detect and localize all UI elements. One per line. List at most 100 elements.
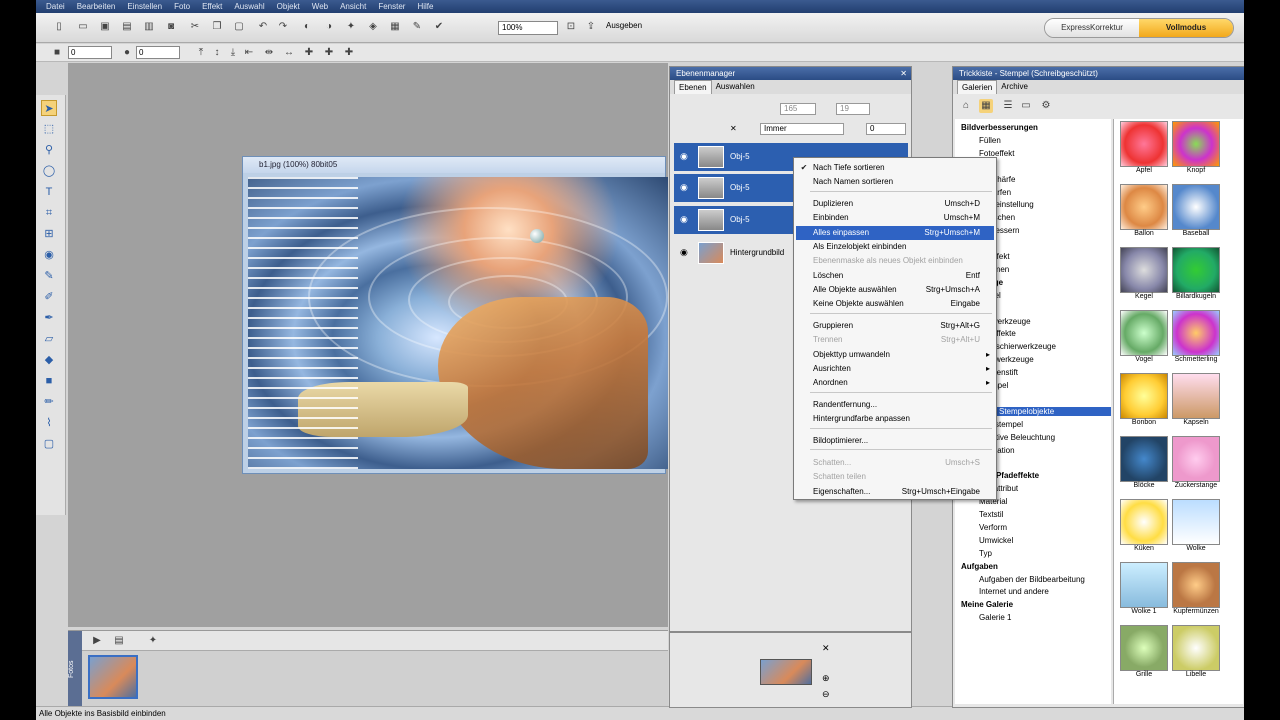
menu-einstellen[interactable]: Einstellen [127,2,162,11]
gallery-item[interactable]: Knopf [1170,121,1222,174]
gallery-item[interactable]: Billardkugeln [1170,247,1222,300]
context-menu-item[interactable]: Eigenschaften... Strg+Umsch+Eingabe [796,485,994,499]
gallery-item[interactable]: Küken [1118,499,1170,552]
tab-ebenen[interactable]: Ebenen [674,80,712,94]
gallery-item[interactable]: Libelle [1170,625,1222,678]
close-icon[interactable]: ✕ [822,643,830,654]
menu-objekt[interactable]: Objekt [277,2,300,11]
tab-auswahlen[interactable]: Auswahlen [712,80,759,94]
check-icon[interactable]: ✔ [432,20,446,34]
eraser-tool-icon[interactable]: ▱ [41,331,57,347]
align-bottom-icon[interactable]: ⤓ [226,46,240,60]
gallery-item[interactable]: Apfel [1118,121,1170,174]
gallery-item[interactable]: Baseball [1170,184,1222,237]
paste-icon[interactable]: ▢ [232,20,246,34]
tree-item[interactable]: Textstil [955,510,1003,519]
scan-icon[interactable]: ▤ [120,20,134,34]
context-menu-item[interactable]: Keine Objekte auswählen Eingabe [796,297,994,311]
zoom-out-icon[interactable]: ⊖ [822,689,830,700]
redeye-tool-icon[interactable]: ◉ [41,247,57,263]
opacity-field[interactable]: 0 [866,123,906,135]
align-middle-icon[interactable]: ↕ [210,46,224,60]
path-tool-icon[interactable]: ⌇ [41,415,57,431]
express-mode-tab[interactable]: ExpressKorrektur [1045,19,1139,37]
gallery-item[interactable]: Blöcke [1118,436,1170,489]
copy-icon[interactable]: ❐ [210,20,224,34]
bin-tools-icon[interactable]: ✦ [146,634,160,648]
zoom-tool-icon[interactable]: ⚲ [41,142,57,158]
zoom-in-icon[interactable]: ⊕ [822,673,830,684]
straighten-tool-icon[interactable]: ⊞ [41,226,57,242]
gallery-item[interactable]: Vogel [1118,310,1170,363]
close-icon[interactable]: ✕ [900,67,907,80]
gallery-item[interactable]: Kupfermünzen [1170,562,1222,615]
pick-tool-icon[interactable]: ➤ [41,100,57,116]
menu-ansicht[interactable]: Ansicht [340,2,366,11]
tree-item[interactable]: Galerie 1 [955,613,1011,622]
gallery-item[interactable]: Zuckerstange [1170,436,1222,489]
gallery-item[interactable]: Grille [1118,625,1170,678]
eye-icon[interactable]: ◉ [680,247,688,258]
list-view-icon[interactable]: ☰ [1001,99,1015,113]
brush-size-icon[interactable]: ● [120,46,134,60]
eye-icon[interactable]: ◉ [680,151,688,162]
home-icon[interactable]: ⌂ [959,99,973,113]
output-button[interactable]: Ausgeben [606,21,642,30]
color-icon[interactable]: ◈ [366,20,380,34]
effect-icon[interactable]: ✦ [344,20,358,34]
context-menu-item[interactable]: Löschen Entf [796,269,994,283]
context-menu-item[interactable]: Ausrichten ▸ [796,362,994,376]
context-menu-item[interactable]: Einbinden Umsch+M [796,211,994,225]
play-icon[interactable]: ▶ [90,634,104,648]
delete-layer-icon[interactable]: ✕ [730,124,737,133]
tree-item[interactable]: Meine Galerie [961,600,1013,609]
menu-auswahl[interactable]: Auswahl [234,2,264,11]
shape-tool-icon[interactable]: ■ [41,373,57,389]
gallery-item[interactable]: Ballon [1118,184,1170,237]
crop-tool-icon[interactable]: ⌗ [41,205,57,221]
open-folder-icon[interactable]: ▭ [76,20,90,34]
tab-galerien[interactable]: Galerien [957,80,998,94]
pos-y-field[interactable]: 19 [836,103,870,115]
gallery-item[interactable]: Wolke 1 [1118,562,1170,615]
print-icon[interactable]: ▥ [142,20,156,34]
save-icon[interactable]: ▣ [98,20,112,34]
menu-fenster[interactable]: Fenster [378,2,405,11]
document-window[interactable]: b1.jpg (100%) 80bit05 [242,156,668,474]
context-menu-item[interactable]: Objekttyp umwandeln ▸ [796,348,994,362]
option-field-2[interactable]: 0 [136,46,180,59]
new-gallery-icon[interactable]: ▭ [1019,99,1033,113]
eye-icon[interactable]: ◉ [680,214,688,225]
menu-effekt[interactable]: Effekt [202,2,222,11]
tab-archive[interactable]: Archive [997,80,1032,94]
context-menu-item[interactable]: Alle Objekte auswählen Strg+Umsch+A [796,283,994,297]
pos-x-field[interactable]: 165 [780,103,816,115]
gallery-item[interactable]: Wolke [1170,499,1222,552]
context-menu-item[interactable]: Duplizieren Umsch+D [796,197,994,211]
center-v-icon[interactable]: ✚ [322,46,336,60]
tree-item[interactable]: Aufgaben [961,562,998,571]
cut-icon[interactable]: ✂ [188,20,202,34]
gallery-item[interactable]: Bonbon [1118,373,1170,426]
transform-tool-icon[interactable]: ⬚ [41,121,57,137]
menu-hilfe[interactable]: Hilfe [417,2,433,11]
shape-icon[interactable]: ■ [50,46,64,60]
eye-icon[interactable]: ◉ [680,182,688,193]
tree-item[interactable]: Aufgaben der Bildbearbeitung [955,575,1085,584]
image-canvas[interactable] [248,177,668,469]
full-mode-tab[interactable]: Vollmodus [1139,19,1233,37]
context-menu-item[interactable]: Bildoptimierer... [796,434,994,448]
color-swatch-icon[interactable]: ▢ [41,436,57,452]
gallery-item[interactable]: Kegel [1118,247,1170,300]
distribute-icon[interactable]: ⇹ [262,46,276,60]
option-field-1[interactable]: 0 [68,46,112,59]
zoom-fit-icon[interactable]: ⊡ [564,20,578,34]
context-menu-item[interactable]: Als Einzelobjekt einbinden [796,240,994,254]
redo-icon[interactable]: ↷ [276,20,290,34]
gallery-item[interactable]: Kapseln [1170,373,1222,426]
lasso-tool-icon[interactable]: ◯ [41,163,57,179]
adjust-icon[interactable]: ◐ [300,20,314,34]
fill-tool-icon[interactable]: ◆ [41,352,57,368]
align-left-icon[interactable]: ⇤ [242,46,256,60]
tree-item[interactable]: Typ [955,549,992,558]
